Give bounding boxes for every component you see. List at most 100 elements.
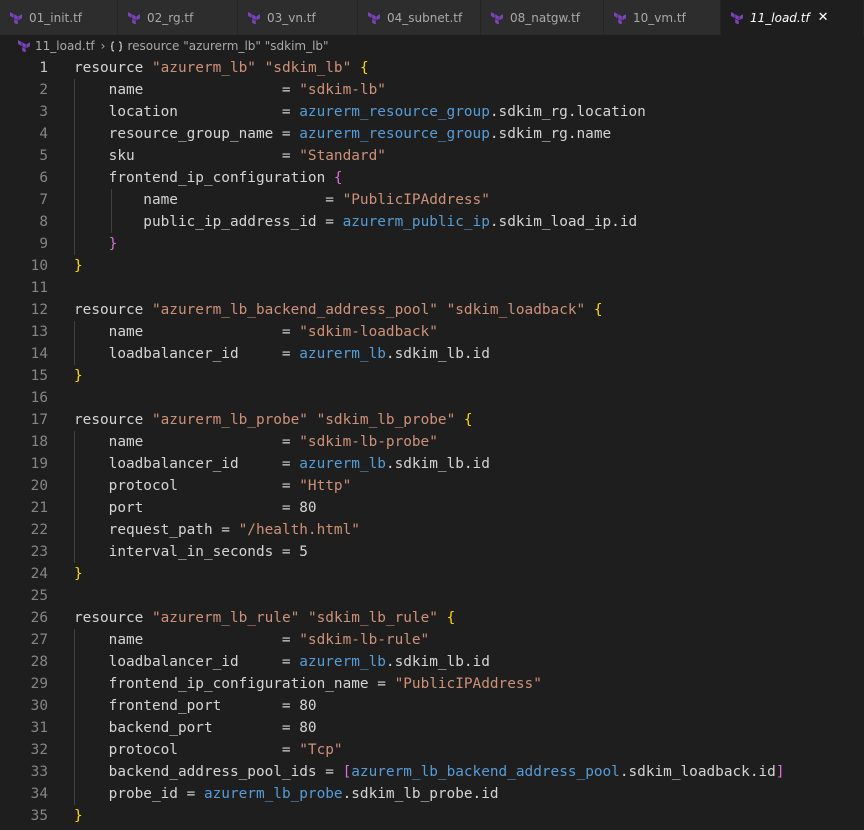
line-number: 10 [30,258,48,274]
editor-tab-bar: 01_init.tf 02_rg.tf 03_vn.tf 04_subnet.tf 08… [0,0,864,35]
code-editor[interactable]: 1 resource "azurerm_lb" "sdkim_lb" {2 nam… [0,57,864,830]
tab-01-init-tf[interactable]: 01_init.tf [0,0,118,35]
resource-reference: azurerm_lb_probe [203,786,343,802]
line-number: 18 [30,434,48,450]
code-line[interactable]: 21 port = 80 [0,497,864,519]
tab-10-vm-tf[interactable]: 10_vm.tf [604,0,721,35]
code-line[interactable]: 14 loadbalancer_id = azurerm_lb.sdkim_lb… [0,343,864,365]
code-line[interactable]: 9 } [0,233,864,255]
code-token: .sdkim_lb.id [385,346,490,362]
tab-03-vn-tf[interactable]: 03_vn.tf [238,0,358,35]
line-number: 30 [30,698,48,714]
bracket: { [463,412,473,428]
code-token: protocol = [74,478,300,494]
code-line[interactable]: 23 interval_in_seconds = 5 [0,541,864,563]
code-token: .sdkim_lb.id [385,654,490,670]
code-line[interactable]: 5 sku = "Standard" [0,145,864,167]
code-text: resource "azurerm_lb_rule" "sdkim_lb_rul… [74,607,455,629]
tab-label: 02_rg.tf [147,10,194,25]
code-line[interactable]: 6 frontend_ip_configuration { [0,167,864,189]
code-line[interactable]: 19 loadbalancer_id = azurerm_lb.sdkim_lb… [0,453,864,475]
code-token: request_path = [74,522,239,538]
code-line[interactable]: 15} [0,365,864,387]
breadcrumb: 11_load.tf › resource "azurerm_lb" "sdki… [0,35,864,57]
code-token: resource [74,60,152,76]
code-line[interactable]: 31 backend_port = 80 [0,717,864,739]
close-icon[interactable]: ✕ [818,10,829,25]
terraform-file-icon [731,11,743,24]
code-text: name = "PublicIPAddress" [74,189,490,211]
code-line[interactable]: 12 resource "azurerm_lb_backend_address_p… [0,299,864,321]
line-number: 16 [30,390,48,406]
bracket: [ [342,764,352,780]
resource-reference: azurerm_public_ip [342,214,490,230]
line-number: 7 [39,192,48,208]
code-line[interactable]: 24} [0,563,864,585]
code-line[interactable]: 4 resource_group_name = azurerm_resource… [0,123,864,145]
code-text: frontend_port = 80 [74,695,317,717]
tab-label: 01_init.tf [29,10,82,25]
code-text: resource "azurerm_lb_backend_address_poo… [74,299,603,321]
code-line[interactable]: 29 frontend_ip_configuration_name = "Pub… [0,673,864,695]
code-line[interactable]: 17 resource "azurerm_lb_probe" "sdkim_lb_… [0,409,864,431]
code-token: name = [74,192,343,208]
code-text: resource "azurerm_lb" "sdkim_lb" { [74,57,369,79]
bracket: { [359,60,369,76]
code-line[interactable]: 28 loadbalancer_id = azurerm_lb.sdkim_lb… [0,651,864,673]
code-line[interactable]: 32 protocol = "Tcp" [0,739,864,761]
code-line[interactable]: 25 [0,585,864,607]
code-line[interactable]: 35} [0,805,864,827]
line-number: 19 [30,456,48,472]
code-token: .sdkim_lb_probe.id [342,786,499,802]
code-line[interactable]: 13 name = "sdkim-loadback" [0,321,864,343]
code-token: resource [74,610,152,626]
string-literal: "azurerm_lb_backend_address_pool" [151,302,438,318]
breadcrumb-file[interactable]: 11_load.tf [35,39,95,53]
code-token: name = [74,434,300,450]
code-text: } [74,255,83,277]
terraform-file-icon [248,11,260,24]
tab-label: 11_load.tf [750,10,810,25]
code-line[interactable]: 18 name = "sdkim-lb-probe" [0,431,864,453]
bracket: ] [775,764,785,780]
code-line[interactable]: 34 probe_id = azurerm_lb_probe.sdkim_lb_… [0,783,864,805]
code-line[interactable]: 33 backend_address_pool_ids = [azurerm_l… [0,761,864,783]
code-line[interactable]: 11 [0,277,864,299]
tab-02-rg-tf[interactable]: 02_rg.tf [118,0,238,35]
terraform-file-icon [128,11,140,24]
bracket: { [333,170,343,186]
code-line[interactable]: 10} [0,255,864,277]
code-line[interactable]: 8 public_ip_address_id = azurerm_public_… [0,211,864,233]
code-token: interval_in_seconds = 5 [74,544,308,560]
line-number: 11 [30,280,48,296]
code-line[interactable]: 22 request_path = "/health.html" [0,519,864,541]
tab-11-load-tf[interactable]: 11_load.tf ✕ [721,0,864,35]
tab-08-natgw-tf[interactable]: 08_natgw.tf [481,0,604,35]
code-line[interactable]: 1 resource "azurerm_lb" "sdkim_lb" { [0,57,864,79]
code-line[interactable]: 7 name = "PublicIPAddress" [0,189,864,211]
string-literal: "Http" [299,478,352,494]
code-token: loadbalancer_id = [74,456,300,472]
code-token: loadbalancer_id = [74,654,300,670]
code-token: sku = [74,148,300,164]
line-number: 5 [39,148,48,164]
code-line[interactable]: 16 [0,387,864,409]
string-literal: "sdkim_lb" [264,60,352,76]
code-line[interactable]: 26 resource "azurerm_lb_rule" "sdkim_lb_r… [0,607,864,629]
code-line[interactable]: 2 name = "sdkim-lb" [0,79,864,101]
code-line[interactable]: 27 name = "sdkim-lb-rule" [0,629,864,651]
code-line[interactable]: 20 protocol = "Http" [0,475,864,497]
code-text: name = "sdkim-loadback" [74,321,438,343]
line-number: 34 [30,786,48,802]
line-number: 4 [39,126,48,142]
line-number: 3 [39,104,48,120]
code-line[interactable]: 30 frontend_port = 80 [0,695,864,717]
code-token: protocol = [74,742,300,758]
tab-04-subnet-tf[interactable]: 04_subnet.tf [358,0,481,35]
breadcrumb-symbol[interactable]: resource "azurerm_lb" "sdkim_lb" [127,39,328,53]
code-token: .sdkim_rg.name [489,126,612,142]
code-line[interactable]: 3 location = azurerm_resource_group.sdki… [0,101,864,123]
